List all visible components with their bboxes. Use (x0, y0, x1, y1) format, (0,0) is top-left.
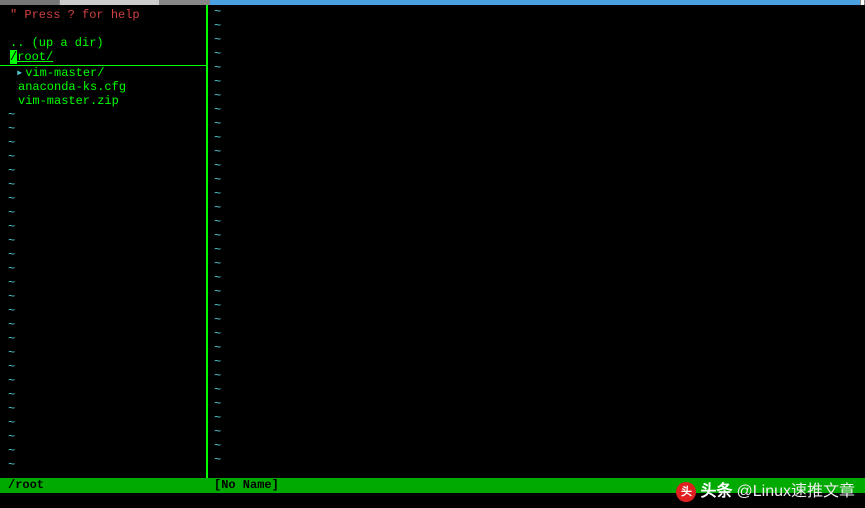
tilde-line: ~ (208, 439, 865, 453)
tilde-line: ~ (208, 341, 865, 355)
tilde-line: ~ (0, 248, 206, 262)
tilde-line: ~ (0, 402, 206, 416)
tilde-line: ~ (0, 136, 206, 150)
help-text: Press ? for help (17, 8, 139, 22)
tilde-line: ~ (208, 383, 865, 397)
tilde-line: ~ (0, 164, 206, 178)
nerdtree-pane[interactable]: " Press ? for help .. (up a dir) /root/ … (0, 5, 208, 478)
tilde-line: ~ (208, 145, 865, 159)
tilde-line: ~ (208, 103, 865, 117)
nerdtree-item-dir[interactable]: ▸vim-master/ (0, 66, 206, 80)
tilde-line: ~ (208, 215, 865, 229)
tilde-line: ~ (208, 229, 865, 243)
tilde-line: ~ (0, 416, 206, 430)
tilde-line: ~ (208, 61, 865, 75)
tree-item-name: anaconda-ks.cfg (18, 80, 126, 94)
vim-main: " Press ? for help .. (up a dir) /root/ … (0, 5, 865, 478)
tilde-line: ~ (0, 150, 206, 164)
tilde-line: ~ (208, 173, 865, 187)
tilde-line: ~ (0, 220, 206, 234)
tilde-line: ~ (0, 388, 206, 402)
tilde-line: ~ (0, 234, 206, 248)
tilde-line: ~ (0, 304, 206, 318)
tilde-line: ~ (208, 117, 865, 131)
status-left: /root (0, 478, 208, 493)
tilde-line: ~ (0, 346, 206, 360)
watermark-logo-icon: 头 (676, 482, 696, 502)
tilde-line: ~ (0, 192, 206, 206)
tilde-line: ~ (0, 122, 206, 136)
tilde-line: ~ (208, 187, 865, 201)
watermark-handle: @Linux速推文章 (737, 485, 856, 499)
tilde-line: ~ (208, 201, 865, 215)
watermark: 头 头条 @Linux速推文章 (676, 482, 855, 502)
nerdtree-updir[interactable]: .. (up a dir) (0, 36, 206, 50)
tilde-line: ~ (208, 411, 865, 425)
tilde-line: ~ (208, 327, 865, 341)
editor-pane[interactable]: ~~~~~~~~~~~~~~~~~~~~~~~~~~~~~~~~~ (208, 5, 865, 478)
tilde-line: ~ (0, 262, 206, 276)
tree-arrow-icon: ▸ (16, 66, 23, 80)
tilde-line: ~ (0, 458, 206, 472)
tilde-line: ~ (0, 318, 206, 332)
tilde-line: ~ (0, 206, 206, 220)
root-path: root/ (17, 50, 53, 64)
tilde-line: ~ (0, 430, 206, 444)
watermark-brand: 头条 (700, 485, 732, 499)
nerdtree-item-file[interactable]: vim-master.zip (0, 94, 206, 108)
tilde-line: ~ (208, 453, 865, 467)
tilde-line: ~ (208, 33, 865, 47)
nerdtree-root[interactable]: /root/ (0, 50, 206, 66)
tilde-line: ~ (0, 290, 206, 304)
tilde-line: ~ (0, 108, 206, 122)
tree-item-name: vim-master/ (25, 66, 104, 80)
tilde-line: ~ (0, 360, 206, 374)
tilde-line: ~ (208, 355, 865, 369)
tilde-line: ~ (208, 299, 865, 313)
tilde-line: ~ (208, 313, 865, 327)
tilde-line: ~ (208, 75, 865, 89)
nerdtree-item-file[interactable]: anaconda-ks.cfg (0, 80, 206, 94)
tilde-line: ~ (208, 369, 865, 383)
tilde-line: ~ (208, 159, 865, 173)
tilde-line: ~ (0, 276, 206, 290)
nerdtree-help: " Press ? for help (0, 5, 206, 22)
tilde-line: ~ (208, 397, 865, 411)
tilde-line: ~ (208, 425, 865, 439)
tilde-line: ~ (208, 47, 865, 61)
tilde-line: ~ (208, 271, 865, 285)
tilde-line: ~ (208, 243, 865, 257)
tilde-line: ~ (0, 444, 206, 458)
tilde-line: ~ (208, 5, 865, 19)
tilde-line: ~ (208, 131, 865, 145)
tilde-line: ~ (0, 332, 206, 346)
tilde-line: ~ (208, 257, 865, 271)
tilde-line: ~ (208, 285, 865, 299)
tilde-line: ~ (208, 89, 865, 103)
tree-item-name: vim-master.zip (18, 94, 119, 108)
tilde-line: ~ (0, 178, 206, 192)
tilde-line: ~ (0, 374, 206, 388)
tilde-line: ~ (208, 19, 865, 33)
